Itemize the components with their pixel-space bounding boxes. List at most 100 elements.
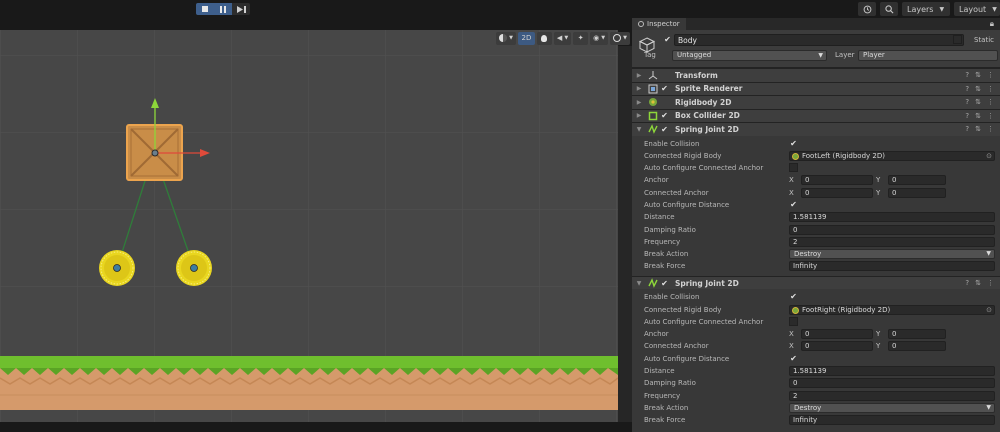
foot-right-wheel[interactable] [176, 250, 212, 286]
component-rigidbody-2d[interactable]: ▶ Rigidbody 2D ? ⇅ ⋮ [632, 95, 1000, 109]
connected-body-field[interactable]: FootLeft (Rigidbody 2D) ⊙ [789, 150, 995, 161]
connected-anchor-y-field[interactable]: 0 [888, 341, 946, 352]
break-force-field[interactable]: Infinity [789, 261, 995, 272]
object-picker-icon[interactable]: ⊙ [986, 152, 992, 160]
component-spring-joint-2d-2[interactable]: ▼ ✔ Spring Joint 2D ? ⇅ ⋮ [632, 275, 1000, 290]
auto-anchor-checkbox[interactable] [789, 163, 798, 173]
tag-dropdown[interactable]: Untagged ▼ [672, 50, 827, 61]
scene-view[interactable] [0, 30, 618, 422]
chevron-right-icon[interactable]: ▶ [634, 99, 644, 106]
enabled-checkbox[interactable]: ✔ [660, 125, 669, 134]
help-icon[interactable]: ? [965, 71, 969, 79]
component-transform[interactable]: ▶ Transform ? ⇅ ⋮ [632, 68, 1000, 82]
connected-body-field[interactable]: FootRight (Rigidbody 2D) ⊙ [789, 304, 995, 315]
break-force-field[interactable]: Infinity [789, 415, 995, 426]
help-icon[interactable]: ? [965, 112, 969, 120]
active-checkbox[interactable]: ✔ [663, 35, 672, 44]
chevron-down-icon[interactable]: ▼ [634, 280, 644, 287]
preset-icon[interactable]: ⇅ [975, 112, 981, 120]
auto-distance-checkbox[interactable]: ✔ [789, 354, 798, 363]
distance-field[interactable]: 1.581139 [789, 366, 995, 377]
auto-distance-checkbox[interactable]: ✔ [789, 200, 798, 209]
distance-field[interactable]: 1.581139 [789, 212, 995, 223]
stop-button[interactable] [196, 3, 214, 15]
2d-mode-button[interactable]: 2D [517, 31, 535, 45]
connected-anchor-x-field[interactable]: 0 [801, 187, 873, 198]
scene-visibility-button[interactable]: ◉ ▼ [590, 31, 609, 45]
enabled-checkbox[interactable]: ✔ [660, 111, 669, 120]
prop-label: Distance [644, 367, 675, 376]
break-action-value: Destroy [794, 250, 822, 259]
help-icon[interactable]: ? [965, 279, 969, 287]
anchor-x-field[interactable]: 0 [801, 175, 873, 186]
damping-ratio-field[interactable]: 0 [789, 378, 995, 389]
break-action-dropdown[interactable]: Destroy ▼ [789, 402, 995, 413]
effects-toggle[interactable]: ✦ [573, 31, 589, 45]
more-icon[interactable]: ⋮ [987, 98, 994, 106]
component-spring-joint-2d-1[interactable]: ▼ ✔ Spring Joint 2D ? ⇅ ⋮ [632, 122, 1000, 136]
scene-scrollbar[interactable] [618, 46, 632, 422]
audio-toggle[interactable]: ◀ ▼ [553, 31, 572, 45]
chevron-right-icon[interactable]: ▶ [634, 85, 644, 92]
component-title: Box Collider 2D [675, 111, 740, 121]
more-icon[interactable]: ⋮ [987, 125, 994, 133]
chevron-right-icon[interactable]: ▶ [634, 112, 644, 119]
enable-collision-checkbox[interactable]: ✔ [789, 292, 798, 301]
history-button[interactable] [858, 2, 876, 16]
preset-icon[interactable]: ⇅ [975, 71, 981, 79]
anchor-y-field[interactable]: 0 [888, 329, 946, 340]
prop-label: Break Force [644, 416, 686, 425]
prop-break-action: Break Action Destroy ▼ [632, 402, 1000, 414]
more-icon[interactable]: ⋮ [987, 85, 994, 93]
search-button[interactable] [880, 2, 898, 16]
help-icon[interactable]: ? [965, 125, 969, 133]
layers-dropdown[interactable]: Layers ▼ [902, 2, 950, 16]
auto-anchor-checkbox[interactable] [789, 316, 798, 326]
more-icon[interactable]: ⋮ [987, 279, 994, 287]
globe-icon [613, 34, 622, 42]
enable-collision-checkbox[interactable]: ✔ [789, 139, 798, 148]
damping-ratio-field[interactable]: 0 [789, 224, 995, 235]
layer-dropdown[interactable]: Player [858, 50, 998, 61]
tab-inspector[interactable]: Inspector [632, 18, 686, 30]
connected-anchor-x-field[interactable]: 0 [801, 341, 873, 352]
pause-button[interactable] [214, 3, 232, 15]
connected-anchor-y-field[interactable]: 0 [888, 187, 946, 198]
layout-dropdown[interactable]: Layout ▼ [954, 2, 1000, 16]
component-sprite-renderer[interactable]: ▶ ✔ Sprite Renderer ? ⇅ ⋮ [632, 81, 1000, 95]
anchor-y-field[interactable]: 0 [888, 175, 946, 186]
object-name-field[interactable]: Body [674, 34, 964, 46]
object-picker-icon[interactable]: ⊙ [986, 306, 992, 314]
sprite-renderer-icon [648, 84, 658, 94]
component-box-collider-2d[interactable]: ▶ ✔ Box Collider 2D ? ⇅ ⋮ [632, 108, 1000, 122]
shading-mode-button[interactable]: ▼ [496, 31, 516, 45]
help-icon[interactable]: ? [965, 85, 969, 93]
static-checkbox[interactable] [953, 35, 962, 44]
lighting-toggle[interactable] [536, 31, 552, 45]
prop-connected-rigid-body: Connected Rigid Body FootRight (Rigidbod… [632, 304, 1000, 316]
more-icon[interactable]: ⋮ [987, 112, 994, 120]
gizmos-button[interactable]: ▼ [610, 31, 630, 45]
enabled-checkbox[interactable]: ✔ [660, 279, 669, 288]
foot-left-wheel[interactable] [99, 250, 135, 286]
preset-icon[interactable]: ⇅ [975, 279, 981, 287]
preset-icon[interactable]: ⇅ [975, 85, 981, 93]
chevron-down-icon: ▼ [564, 35, 569, 41]
more-icon[interactable]: ⋮ [987, 71, 994, 79]
lock-icon[interactable]: 🔒︎ [990, 19, 994, 29]
prop-label: Damping Ratio [644, 225, 696, 234]
help-icon[interactable]: ? [965, 98, 969, 106]
step-button[interactable] [232, 3, 250, 15]
frequency-field[interactable]: 2 [789, 390, 995, 401]
effects-icon: ✦ [577, 34, 584, 42]
visibility-icon: ◉ [593, 34, 600, 42]
chevron-down-icon[interactable]: ▼ [634, 126, 644, 133]
anchor-x-field[interactable]: 0 [801, 329, 873, 340]
frequency-field[interactable]: 2 [789, 236, 995, 247]
enabled-checkbox[interactable]: ✔ [660, 84, 669, 93]
break-action-dropdown[interactable]: Destroy ▼ [789, 249, 995, 260]
preset-icon[interactable]: ⇅ [975, 125, 981, 133]
ground-platform[interactable] [0, 356, 618, 410]
chevron-right-icon[interactable]: ▶ [634, 72, 644, 79]
preset-icon[interactable]: ⇅ [975, 98, 981, 106]
